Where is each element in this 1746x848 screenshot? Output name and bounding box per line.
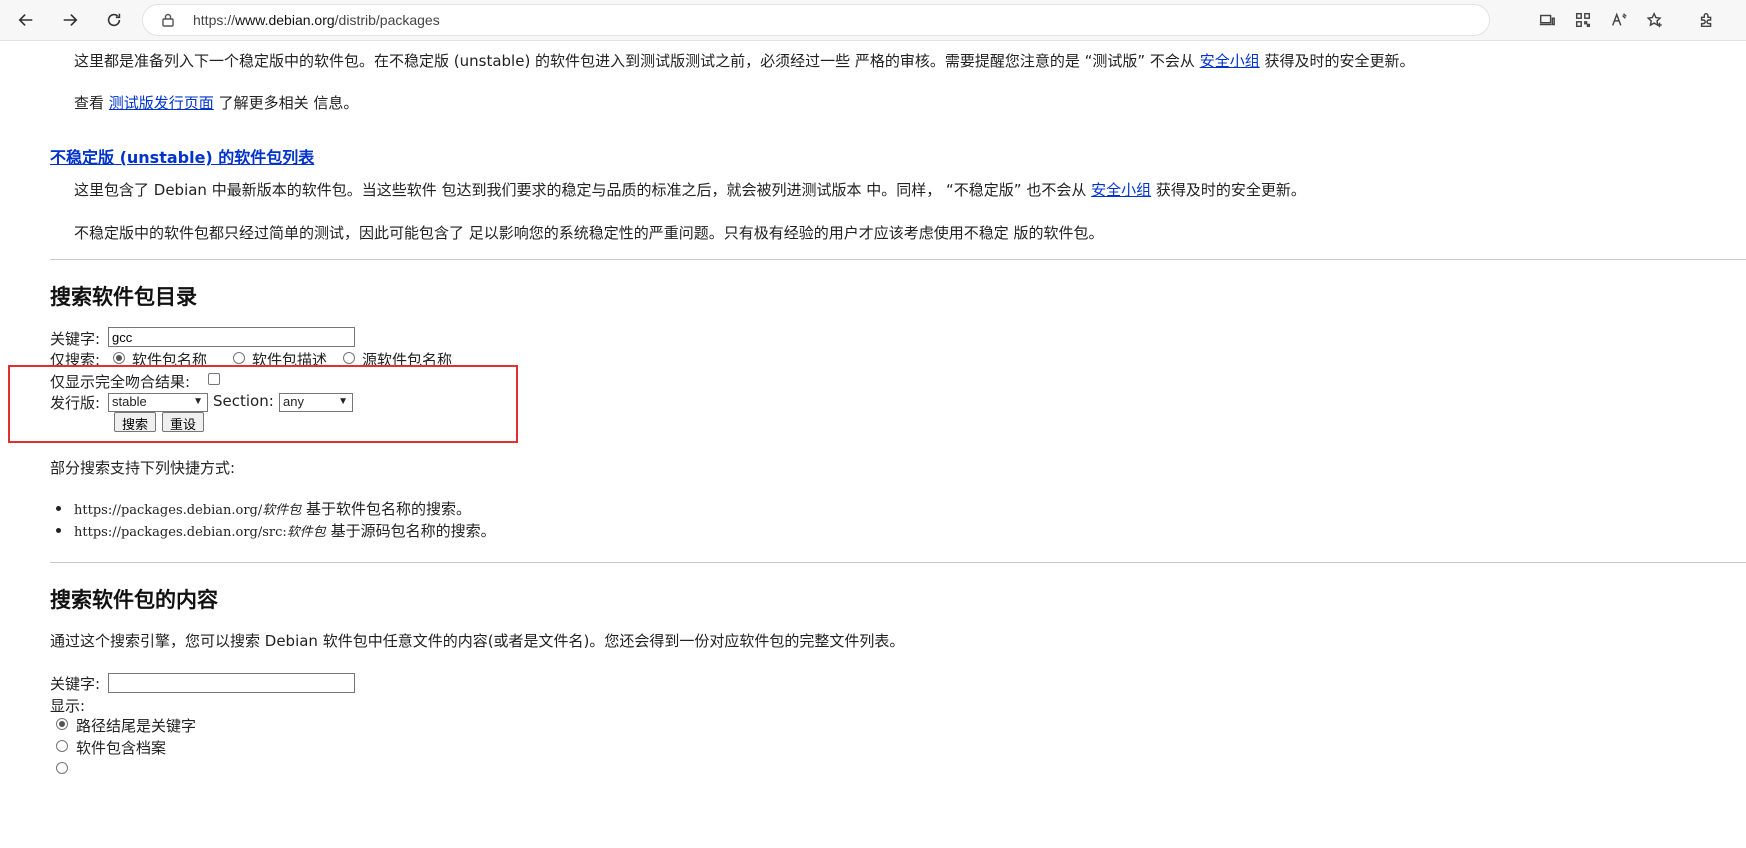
url-text: https://www.debian.org/distrib/packages xyxy=(193,12,440,28)
contents-keyword-input[interactable] xyxy=(108,673,355,693)
list-bullet xyxy=(56,506,61,511)
radio-third-option[interactable] xyxy=(56,762,68,774)
shortcut-desc-1: 基于软件包名称的搜索。 xyxy=(301,500,472,518)
url-host: www.debian.org xyxy=(235,12,335,28)
shortcut-item-1: https://packages.debian.org/软件包 基于软件包名称的… xyxy=(74,498,471,519)
radio-package-contains-label: 软件包含档案 xyxy=(76,739,167,757)
unstable-packages-link[interactable]: 不稳定版 (unstable) 的软件包列表 xyxy=(50,144,314,168)
radio-path-ends-with[interactable] xyxy=(56,718,68,730)
forward-arrow-icon[interactable] xyxy=(56,6,84,34)
shortcuts-intro: 部分搜索支持下列快捷方式: xyxy=(50,459,236,477)
search-contents-heading: 搜索软件包的内容 xyxy=(50,588,218,612)
shortcut-var-1: 软件包 xyxy=(262,503,302,518)
read-aloud-icon[interactable] xyxy=(1608,9,1630,31)
display-label: 显示: xyxy=(50,697,86,715)
unstable-text-a: 这里包含了 Debian 中最新版本的软件包。当这些软件 包达到我们要求的稳定与… xyxy=(74,181,1092,199)
qr-code-icon[interactable] xyxy=(1572,9,1594,31)
testing-text-b: 获得及时的安全更新。 xyxy=(1259,52,1415,70)
radio-source-names[interactable] xyxy=(343,352,355,364)
contents-intro: 通过这个搜索引擎，您可以搜索 Debian 软件包中任意文件的内容(或者是文件名… xyxy=(50,632,905,650)
list-bullet xyxy=(56,528,61,533)
radio-package-desc[interactable] xyxy=(233,352,245,364)
page-content: 这里都是准备列入下一个稳定版中的软件包。在不稳定版 (unstable) 的软件… xyxy=(0,40,1746,848)
address-bar[interactable]: https://www.debian.org/distrib/packages xyxy=(142,4,1490,36)
unstable-paragraph-2: 不稳定版中的软件包都只经过简单的测试，因此可能包含了 足以影响您的系统稳定性的严… xyxy=(74,224,1104,242)
security-team-link-2[interactable]: 安全小组 xyxy=(1091,181,1151,199)
url-prefix: https:// xyxy=(193,12,236,28)
radio-package-names[interactable] xyxy=(113,352,125,364)
testing-release-page-link[interactable]: 测试版发行页面 xyxy=(109,94,214,112)
divider xyxy=(50,259,1746,260)
lock-icon xyxy=(162,13,174,27)
testing-paragraph-2: 查看 测试版发行页面 了解更多相关 信息。 xyxy=(74,92,358,113)
security-team-link[interactable]: 安全小组 xyxy=(1200,52,1260,70)
url-path: /distrib/packages xyxy=(334,12,440,28)
testing-text-c: 查看 xyxy=(74,94,109,112)
keyword-input[interactable] xyxy=(108,327,355,347)
keyword-label: 关键字: xyxy=(50,330,101,348)
search-directory-heading: 搜索软件包目录 xyxy=(50,285,197,309)
refresh-icon[interactable] xyxy=(100,6,128,34)
contents-keyword-label: 关键字: xyxy=(50,675,101,693)
browser-toolbar: https://www.debian.org/distrib/packages xyxy=(0,0,1746,41)
shortcut-desc-2: 基于源码包名称的搜索。 xyxy=(325,522,496,540)
testing-text-d: 了解更多相关 信息。 xyxy=(213,94,359,112)
devices-icon[interactable] xyxy=(1536,9,1558,31)
testing-paragraph-1: 这里都是准备列入下一个稳定版中的软件包。在不稳定版 (unstable) 的软件… xyxy=(74,50,1414,71)
highlight-box xyxy=(8,365,518,443)
shortcut-item-2: https://packages.debian.org/src:软件包 基于源码… xyxy=(74,520,496,541)
shortcut-var-2: 软件包 xyxy=(286,525,326,540)
shortcut-url-2: https://packages.debian.org/src: xyxy=(74,525,287,540)
extensions-puzzle-icon[interactable] xyxy=(1696,9,1718,31)
favorite-star-icon[interactable] xyxy=(1644,9,1666,31)
divider xyxy=(50,562,1746,563)
testing-text-a: 这里都是准备列入下一个稳定版中的软件包。在不稳定版 (unstable) 的软件… xyxy=(74,52,1200,70)
unstable-paragraph-1: 这里包含了 Debian 中最新版本的软件包。当这些软件 包达到我们要求的稳定与… xyxy=(74,179,1306,200)
unstable-text-b: 获得及时的安全更新。 xyxy=(1151,181,1306,199)
back-arrow-icon[interactable] xyxy=(12,6,40,34)
radio-package-contains[interactable] xyxy=(56,740,68,752)
radio-path-ends-with-label: 路径结尾是关键字 xyxy=(76,717,197,735)
shortcut-url-1: https://packages.debian.org/ xyxy=(74,503,263,518)
